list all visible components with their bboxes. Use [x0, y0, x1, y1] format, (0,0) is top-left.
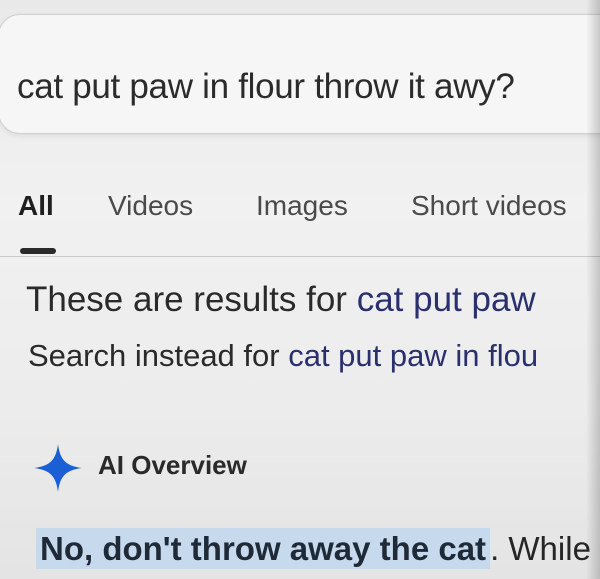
search-instead-notice: Search instead for cat put paw in flou [28, 338, 538, 374]
search-instead-prefix: Search instead for [28, 338, 289, 373]
sparkle-icon [34, 444, 82, 492]
ai-overview-answer: No, don't throw away the cat. While [36, 528, 591, 569]
tab-images[interactable]: Images [256, 190, 348, 222]
search-box[interactable]: cat put paw in flour throw it awy? [0, 14, 600, 134]
screen: cat put paw in flour throw it awy? All V… [0, 0, 600, 579]
tab-short-videos[interactable]: Short videos [411, 190, 567, 222]
tabs-divider [0, 256, 600, 257]
answer-continuation: . While [490, 530, 591, 567]
tab-all[interactable]: All [18, 190, 54, 222]
results-notice-prefix: These are results for [26, 280, 357, 319]
search-tabs: All Videos Images Short videos [0, 180, 600, 256]
active-tab-indicator [20, 248, 56, 254]
search-query-text[interactable]: cat put paw in flour throw it awy? [17, 67, 515, 107]
answer-highlight: No, don't throw away the cat [36, 528, 491, 569]
corrected-query-link[interactable]: cat put paw [357, 280, 536, 319]
screen-edge-shadow [586, 0, 600, 579]
tab-videos[interactable]: Videos [108, 190, 193, 222]
original-query-link[interactable]: cat put paw in flou [288, 338, 538, 373]
results-notice: These are results for cat put paw [26, 280, 536, 320]
ai-overview-label: AI Overview [98, 450, 247, 480]
